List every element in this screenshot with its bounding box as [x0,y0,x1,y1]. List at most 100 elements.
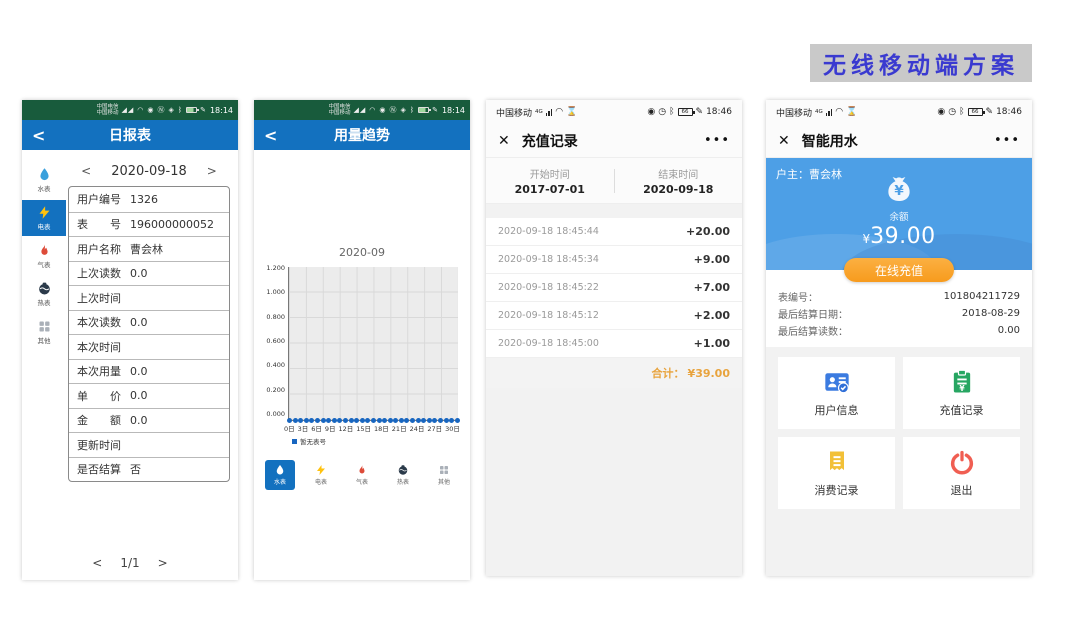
bluetooth-icon: ᛒ [959,107,964,117]
wifi-icon: ◠ [835,107,843,117]
pencil-icon: ✎ [986,107,994,117]
row-value: 否 [130,461,141,477]
row-value: 1326 [130,193,158,206]
tab-water[interactable]: 水表 [265,460,295,490]
y-tick: 1.000 [266,288,285,296]
user-info-button[interactable]: 用户信息 [778,357,895,429]
prev-date-button[interactable]: < [81,164,91,178]
row-value: 曹会林 [130,241,163,257]
app-header: ✕ 充值记录 ••• [486,124,742,158]
balance-amount: ¥ 39.00 [862,224,935,249]
start-date-label: 开始时间 [530,166,570,181]
logout-button[interactable]: 退出 [903,437,1020,509]
tab-other[interactable]: 其他 [429,460,459,490]
power-icon [948,448,976,476]
record-amount: +2.00 [694,309,730,322]
x-tick: 9日 [325,423,336,433]
sidebar-item-heat[interactable]: 热表 [22,276,66,312]
table-row: 更新时间 [69,432,229,457]
status-bar: 中国电信 中国移动 ◢◢ ◠ ◉ Ⓝ ◈ ᛒ ✎ 18:14 [22,100,238,120]
alarm-icon: ◷ [658,107,666,117]
tab-electric[interactable]: 电表 [306,460,336,490]
record-row: 2020-09-18 18:45:00 +1.00 [486,330,742,358]
row-value: 0.0 [130,389,148,402]
clipboard-yen-icon [948,368,976,396]
more-menu-button[interactable]: ••• [704,133,730,148]
y-tick: 0.600 [266,337,285,345]
meter-type-sidebar: 水表 电表 气表 热表 其他 [22,150,66,580]
sidebar-item-label: 其他 [38,335,51,345]
signal-icon: ◢◢ [121,106,134,114]
hourglass-icon: ⌛ [566,107,577,117]
eye-icon: ◉ [937,107,945,117]
row-label: 本次时间 [77,339,121,355]
back-button[interactable]: < [32,126,45,145]
wifi-icon: ◠ [555,107,563,117]
sidebar-item-gas[interactable]: 气表 [22,238,66,274]
cell-label: 充值记录 [940,402,984,418]
bluetooth-icon: ᛒ [178,106,183,114]
table-row: 是否结算否 [69,457,229,482]
battery-icon [186,107,197,113]
back-button[interactable]: < [264,126,277,145]
tab-gas[interactable]: 气表 [347,460,377,490]
record-amount: +9.00 [694,253,730,266]
x-tick: 18日 [374,423,389,433]
row-label: 上次时间 [77,290,121,306]
chart-legend: 暂无表号 [292,436,470,446]
x-tick: 27日 [427,423,442,433]
end-date-field[interactable]: 结束时间 2020-09-18 [615,158,743,203]
tab-heat[interactable]: 热表 [388,460,418,490]
table-row: 表 号196000000052 [69,212,229,237]
x-tick: 24日 [410,423,425,433]
start-date-field[interactable]: 开始时间 2017-07-01 [486,158,614,203]
record-time: 2020-09-18 18:45:00 [498,338,599,349]
tab-label: 其他 [438,477,450,486]
close-button[interactable]: ✕ [778,133,790,149]
online-recharge-button[interactable]: 在线充值 [844,258,954,282]
next-page-button[interactable]: > [158,556,168,570]
sidebar-item-other[interactable]: 其他 [22,314,66,350]
app-header: ✕ 智能用水 ••• [766,124,1032,158]
shield-icon: ◈ [168,106,174,114]
screen-usage-trend: 中国电信 中国移动 ◢◢ ◠ ◉ Ⓝ ◈ ᛒ ✎ 18:14 < 用量趋势 20… [254,100,470,580]
electric-meter-icon [315,464,327,476]
record-time: 2020-09-18 18:45:22 [498,282,599,293]
battery-percent: 66 [682,109,689,115]
more-menu-button[interactable]: ••• [994,133,1020,148]
date-range-filter: 开始时间 2017-07-01 结束时间 2020-09-18 [486,158,742,204]
nfc-icon: Ⓝ [157,105,165,115]
screen-recharge-records: 中国移动 4G ◠ ⌛ ◉ ◷ ᛒ 66 ✎ 18:46 ✕ 充值记录 ••• … [486,100,742,576]
total-label: 合计： [652,365,685,381]
next-date-button[interactable]: > [207,164,217,178]
screen-smart-water: 中国移动 4G ◠ ⌛ ◉ ◷ ᛒ 66 ✎ 18:46 ✕ 智能用水 ••• [766,100,1032,576]
bluetooth-icon: ᛒ [410,106,415,114]
chart-dots [287,418,460,423]
carrier-label: 中国移动 [776,106,812,119]
info-label: 表编号： [778,289,818,304]
status-bar: 中国电信 中国移动 ◢◢ ◠ ◉ Ⓝ ◈ ᛒ ✎ 18:14 [254,100,470,120]
prev-page-button[interactable]: < [92,556,102,570]
row-label: 金 额 [77,412,121,428]
current-date[interactable]: 2020-09-18 [111,164,187,179]
close-button[interactable]: ✕ [498,133,510,149]
consumption-records-button[interactable]: 消费记录 [778,437,895,509]
meter-type-tabs: 水表 电表 气表 热表 其他 [254,460,470,490]
sidebar-item-label: 热表 [38,297,51,307]
total-value: ¥39.00 [688,367,730,380]
gas-meter-icon [37,243,52,258]
eye-icon: ◉ [147,106,154,114]
record-amount: +1.00 [694,337,730,350]
sidebar-item-electric[interactable]: 电表 [22,200,66,236]
sidebar-item-water[interactable]: 水表 [22,162,66,198]
tab-label: 电表 [315,477,327,486]
x-tick: 15日 [356,423,371,433]
balance-label: 余额 [889,209,908,223]
signal-icon: ◢◢ [353,106,366,114]
recharge-records-button[interactable]: 充值记录 [903,357,1020,429]
pencil-icon: ✎ [696,107,704,117]
app-header: < 用量趋势 [254,120,470,150]
legend-label: 暂无表号 [300,436,326,446]
tab-label: 热表 [397,477,409,486]
app-header: < 日报表 [22,120,238,150]
